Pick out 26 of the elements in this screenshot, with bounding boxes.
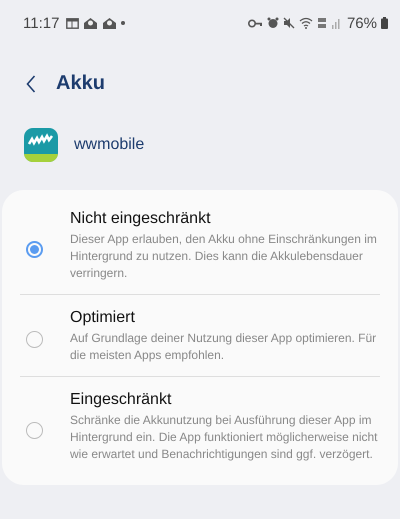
radio-button[interactable] (26, 422, 43, 438)
dot-icon (121, 21, 126, 25)
option-title: Eingeschränkt (70, 391, 172, 409)
option-description: Auf Grundlage deiner Nutzung dieser App optimieren. Für die meisten Apps empfohlen. (70, 330, 378, 364)
option-title: Optimiert (70, 309, 136, 327)
option-description: Dieser App erlauben, den Akku ohne Einschränkungen im Hintergrund zu nutzen. Dies kann die Akkulebensdauer verringern. (70, 231, 378, 282)
app-name: wwmobile (74, 136, 144, 154)
alarm-icon (266, 17, 279, 29)
option-title: Nicht eingeschränkt (70, 210, 212, 228)
back-icon[interactable] (26, 74, 36, 92)
radio-button[interactable] (26, 240, 43, 258)
wifi-icon (298, 17, 313, 29)
signal-icon (330, 18, 341, 28)
radio-button[interactable] (26, 331, 43, 348)
option-item[interactable]: Eingeschränkt Schränke die Akkunutzung bei Ausführung dieser App im Hintergrund ein. Die App funktioniert möglicherweise nicht wie erwartet und Benachrichtigungen sind ggf. verzögert. (2, 377, 398, 475)
app-icon (24, 128, 58, 162)
calendar-icon (66, 18, 80, 28)
option-description: Schränke die Akkunutzung bei Ausführung dieser App im Hintergrund ein. Die App funktioniert möglicherweise nicht wie erwartet und Benachrichtigungen sind ggf. verzögert. (70, 412, 378, 463)
page-title: Akku (56, 72, 105, 95)
battery-icon (381, 17, 388, 29)
status-time: 11:17 (23, 14, 60, 32)
battery-percentage: 76% (346, 14, 377, 32)
mute-icon (282, 17, 295, 29)
option-item[interactable]: Optimiert Auf Grundlage deiner Nutzung dieser App optimieren. Für die meisten Apps empfohlen. (2, 295, 398, 376)
key-icon (248, 18, 263, 28)
option-item[interactable]: Nicht eingeschränkt Dieser App erlauben, den Akku ohne Einschränkungen im Hintergrund zu nutzen. Dies kann die Akkulebensdauer verringern. (2, 206, 398, 294)
